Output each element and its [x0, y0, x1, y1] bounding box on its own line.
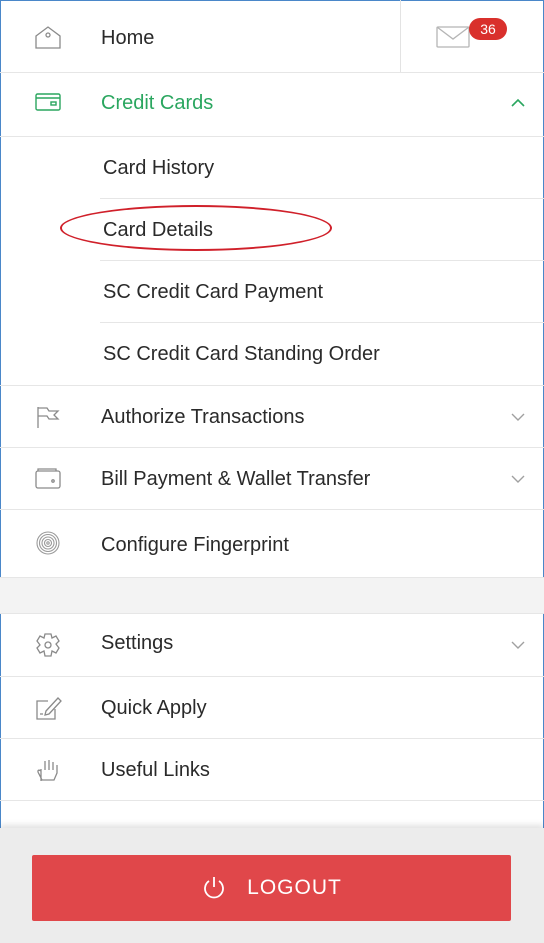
chevron-down-icon[interactable] [508, 635, 528, 655]
submenu-label: SC Credit Card Payment [103, 281, 324, 303]
logout-label: LOGOUT [247, 876, 342, 899]
submenu-item-card-details[interactable]: Card Details [0, 199, 544, 261]
fingerprint-icon [36, 531, 60, 555]
menu-label: Quick Apply [101, 697, 207, 719]
menu-item-settings[interactable]: Settings [0, 613, 544, 677]
chevron-up-icon[interactable] [508, 93, 528, 113]
flag-icon [37, 407, 60, 428]
submenu-item-sc-credit-card-payment[interactable]: SC Credit Card Payment [0, 261, 544, 323]
menu-item-bill-payment[interactable]: Bill Payment & Wallet Transfer [0, 448, 544, 510]
submenu-label: Card History [103, 157, 215, 179]
logout-button[interactable]: LOGOUT [32, 855, 511, 921]
menu-label: Useful Links [101, 759, 210, 781]
menu-item-credit-cards[interactable]: Credit Cards [0, 73, 544, 137]
footer-bar: LOGOUT [0, 828, 544, 943]
mail-icon[interactable] [436, 26, 470, 48]
gear-icon [36, 633, 60, 657]
divider [400, 0, 401, 72]
edit-card-icon [36, 697, 62, 720]
menu-item-useful-links[interactable]: Useful Links [0, 739, 544, 801]
menu-label: Bill Payment & Wallet Transfer [101, 468, 371, 490]
submenu-label: Card Details [103, 219, 214, 241]
menu-item-home[interactable]: Home 36 [0, 0, 544, 73]
menu-item-quick-apply[interactable]: Quick Apply [0, 677, 544, 739]
menu-label: Configure Fingerprint [101, 534, 289, 556]
mail-count-badge: 36 [469, 18, 507, 40]
chevron-down-icon[interactable] [508, 469, 528, 489]
credit-card-icon [35, 93, 61, 111]
submenu-item-sc-credit-card-standing-order[interactable]: SC Credit Card Standing Order [0, 323, 544, 386]
credit-cards-label: Credit Cards [101, 92, 214, 114]
menu-item-authorize-transactions[interactable]: Authorize Transactions [0, 386, 544, 448]
home-icon [35, 26, 61, 49]
section-gap [0, 578, 544, 614]
menu-label: Settings [101, 632, 174, 654]
hand-icon [37, 760, 58, 781]
menu-label: Authorize Transactions [101, 406, 305, 428]
chevron-down-icon[interactable] [508, 407, 528, 427]
submenu-item-card-history[interactable]: Card History [0, 137, 544, 199]
power-icon [204, 877, 225, 899]
home-label: Home [101, 27, 155, 49]
wallet-icon [35, 468, 61, 489]
submenu-label: SC Credit Card Standing Order [103, 343, 380, 365]
menu-item-configure-fingerprint[interactable]: Configure Fingerprint [0, 510, 544, 578]
